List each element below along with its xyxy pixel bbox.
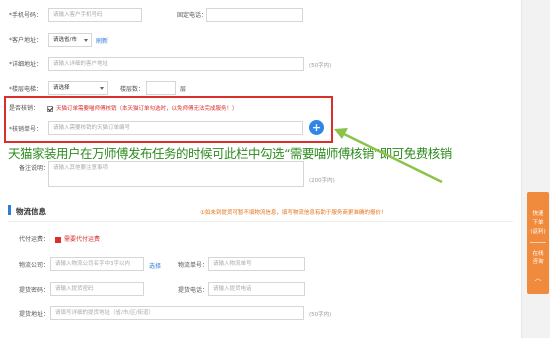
- remark-label: 备注说明：: [19, 165, 50, 172]
- logistics-notice: ①如未到提货可暂不填物流信息，填写物流信息有助于服务商更准确的报价！: [200, 210, 387, 216]
- order-form-panel: *手机号码： 请输入客户手机号码 固定电话： *客户地址： 请选省/市 刷新 *…: [0, 0, 522, 338]
- pickup-address-counter: (50字内): [309, 312, 332, 318]
- pickup-phone-input[interactable]: 请输入提货电话: [208, 282, 305, 296]
- landline-label: 固定电话：: [177, 12, 208, 19]
- remark-textarea[interactable]: 请输入其他要注意事项: [48, 161, 304, 187]
- phone-label: *手机号码：: [9, 12, 43, 19]
- company-select-link[interactable]: 选择: [149, 261, 161, 270]
- detail-address-label: *详细地址：: [9, 61, 43, 68]
- landline-input[interactable]: [206, 8, 303, 22]
- floor-input[interactable]: [146, 81, 176, 95]
- pickup-code-input[interactable]: 请输入提货密码: [50, 282, 144, 296]
- tracking-label: 物流单号：: [178, 262, 209, 269]
- verify-highlight-box: [4, 96, 333, 143]
- quick-order-float[interactable]: 快速 下单 (返利) 在线 咨询 ︿: [527, 192, 549, 294]
- elevator-select[interactable]: 请选择: [48, 81, 108, 95]
- online-consult-line1[interactable]: 在线: [527, 250, 549, 258]
- detail-address-counter: (50字内): [309, 63, 332, 69]
- cod-check-text: 需要代付运费: [64, 236, 101, 243]
- section-divider: [8, 221, 513, 222]
- verify-check-text: 天猫订单需要喵师傅核销（本天猫订单勾选时，以免师傅无法完成服务！）: [56, 106, 238, 112]
- pickup-code-label: 提货密码：: [19, 287, 50, 294]
- pickup-address-label: 提货地址：: [19, 311, 50, 318]
- quick-order-line1: 快速: [532, 211, 544, 217]
- floor-elevator-label: *楼层电梯：: [9, 86, 43, 93]
- floor-unit: 层: [180, 86, 187, 93]
- annotation-arrow: [334, 128, 443, 184]
- float-separator: [530, 242, 546, 243]
- refresh-link[interactable]: 刷新: [96, 36, 108, 45]
- chevron-up-icon[interactable]: ︿: [527, 274, 549, 282]
- verify-code-label: *核销单号：: [9, 126, 43, 133]
- verify-code-input[interactable]: 请输入需要核销的天猫订单编号: [48, 121, 303, 135]
- pickup-address-input[interactable]: 请填写详细的提货地址（省/市/区/街道）: [50, 306, 304, 320]
- company-input[interactable]: 请输入物流公司名字中3字以内: [50, 257, 144, 271]
- detail-address-input[interactable]: 请输入详细的客户地址: [48, 57, 304, 71]
- floor-label: 楼层数：: [120, 86, 145, 93]
- cod-checkbox[interactable]: [55, 237, 61, 243]
- online-consult-line2[interactable]: 咨询: [527, 258, 549, 266]
- phone-input[interactable]: 请输入客户手机号码: [48, 8, 142, 22]
- quick-order-line2: 下单: [532, 220, 544, 226]
- verify-checkbox[interactable]: [47, 106, 53, 112]
- pickup-phone-label: 提货电话：: [178, 287, 209, 294]
- add-verify-code-button[interactable]: +: [309, 120, 324, 135]
- verify-label: 是否核销：: [9, 105, 40, 112]
- logistics-section-title: 物流信息: [16, 207, 46, 216]
- section-accent-bar: [8, 205, 11, 215]
- tracking-input[interactable]: 请输入物流单号: [208, 257, 305, 271]
- quick-order-line3: (返利): [530, 229, 546, 235]
- address-label: *客户地址：: [9, 37, 43, 44]
- company-label: 物流公司：: [19, 262, 50, 269]
- cod-label: 代付运费：: [19, 236, 50, 243]
- region-select[interactable]: 请选省/市: [48, 33, 92, 47]
